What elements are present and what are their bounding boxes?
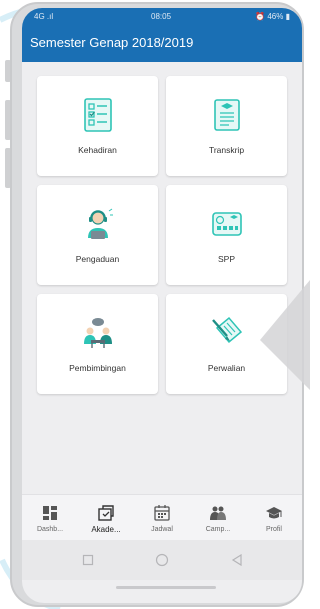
campus-icon bbox=[210, 506, 226, 520]
transcript-document-icon bbox=[214, 99, 240, 131]
complaint-headset-icon bbox=[88, 208, 113, 239]
menu-card-label: Kehadiran bbox=[78, 145, 117, 155]
tuition-card-icon bbox=[212, 212, 242, 236]
nav-label: Dashb... bbox=[36, 526, 64, 533]
nav-label: Profil bbox=[266, 526, 282, 533]
recent-apps-icon[interactable] bbox=[82, 554, 94, 566]
nav-item-profil[interactable]: Profil bbox=[246, 495, 302, 541]
menu-card-label: Pengaduan bbox=[75, 254, 120, 264]
menu-card-pengaduan[interactable]: Pengaduan bbox=[37, 185, 158, 285]
mentoring-people-icon bbox=[84, 318, 112, 348]
status-bar: 4G .ıl 08:05 ⏰ 46% ▮ bbox=[22, 12, 302, 26]
signal-indicator: 4G .ıl bbox=[34, 12, 54, 21]
nav-item-campus[interactable]: Camp... bbox=[190, 495, 246, 541]
menu-card-label: Pembimbingan bbox=[69, 363, 126, 373]
back-icon[interactable] bbox=[230, 553, 244, 567]
menu-card-spp[interactable]: SPP bbox=[166, 185, 287, 285]
dashboard-icon bbox=[43, 506, 57, 520]
clock: 08:05 bbox=[151, 12, 172, 21]
academic-icon bbox=[98, 505, 114, 521]
nav-item-akademik[interactable]: Akade... bbox=[78, 495, 134, 541]
attendance-checklist-icon bbox=[84, 98, 112, 132]
advisory-document-icon bbox=[212, 316, 243, 344]
nav-label: Akade... bbox=[91, 525, 121, 534]
page-title: Semester Genap 2018/2019 bbox=[30, 35, 194, 50]
menu-card-pembimbingan[interactable]: Pembimbingan bbox=[37, 294, 158, 394]
home-indicator bbox=[116, 586, 216, 589]
nav-item-dashboard[interactable]: Dashb... bbox=[22, 495, 78, 541]
bottom-navigation: Dashb... Akade... Jadwal Camp... Profil bbox=[22, 494, 302, 540]
alarm-icon: ⏰ bbox=[255, 12, 268, 21]
system-navigation-bar bbox=[22, 540, 302, 580]
nav-label: Jadwal bbox=[151, 526, 173, 533]
battery-icon: ▮ bbox=[285, 12, 290, 21]
calendar-icon bbox=[154, 505, 170, 521]
menu-card-transkrip[interactable]: Transkrip bbox=[166, 76, 287, 176]
callout-pointer bbox=[260, 280, 310, 390]
app-bar: 4G .ıl 08:05 ⏰ 46% ▮ Semester Genap 2018… bbox=[22, 8, 302, 62]
graduation-cap-icon bbox=[266, 507, 282, 519]
home-icon[interactable] bbox=[155, 553, 169, 567]
nav-label: Camp... bbox=[205, 526, 231, 533]
menu-card-label: SPP bbox=[217, 254, 235, 264]
menu-card-kehadiran[interactable]: Kehadiran bbox=[37, 76, 158, 176]
menu-card-label: Transkrip bbox=[208, 145, 245, 155]
battery-indicator: ⏰ 46% ▮ bbox=[255, 12, 290, 21]
nav-item-jadwal[interactable]: Jadwal bbox=[134, 495, 190, 541]
